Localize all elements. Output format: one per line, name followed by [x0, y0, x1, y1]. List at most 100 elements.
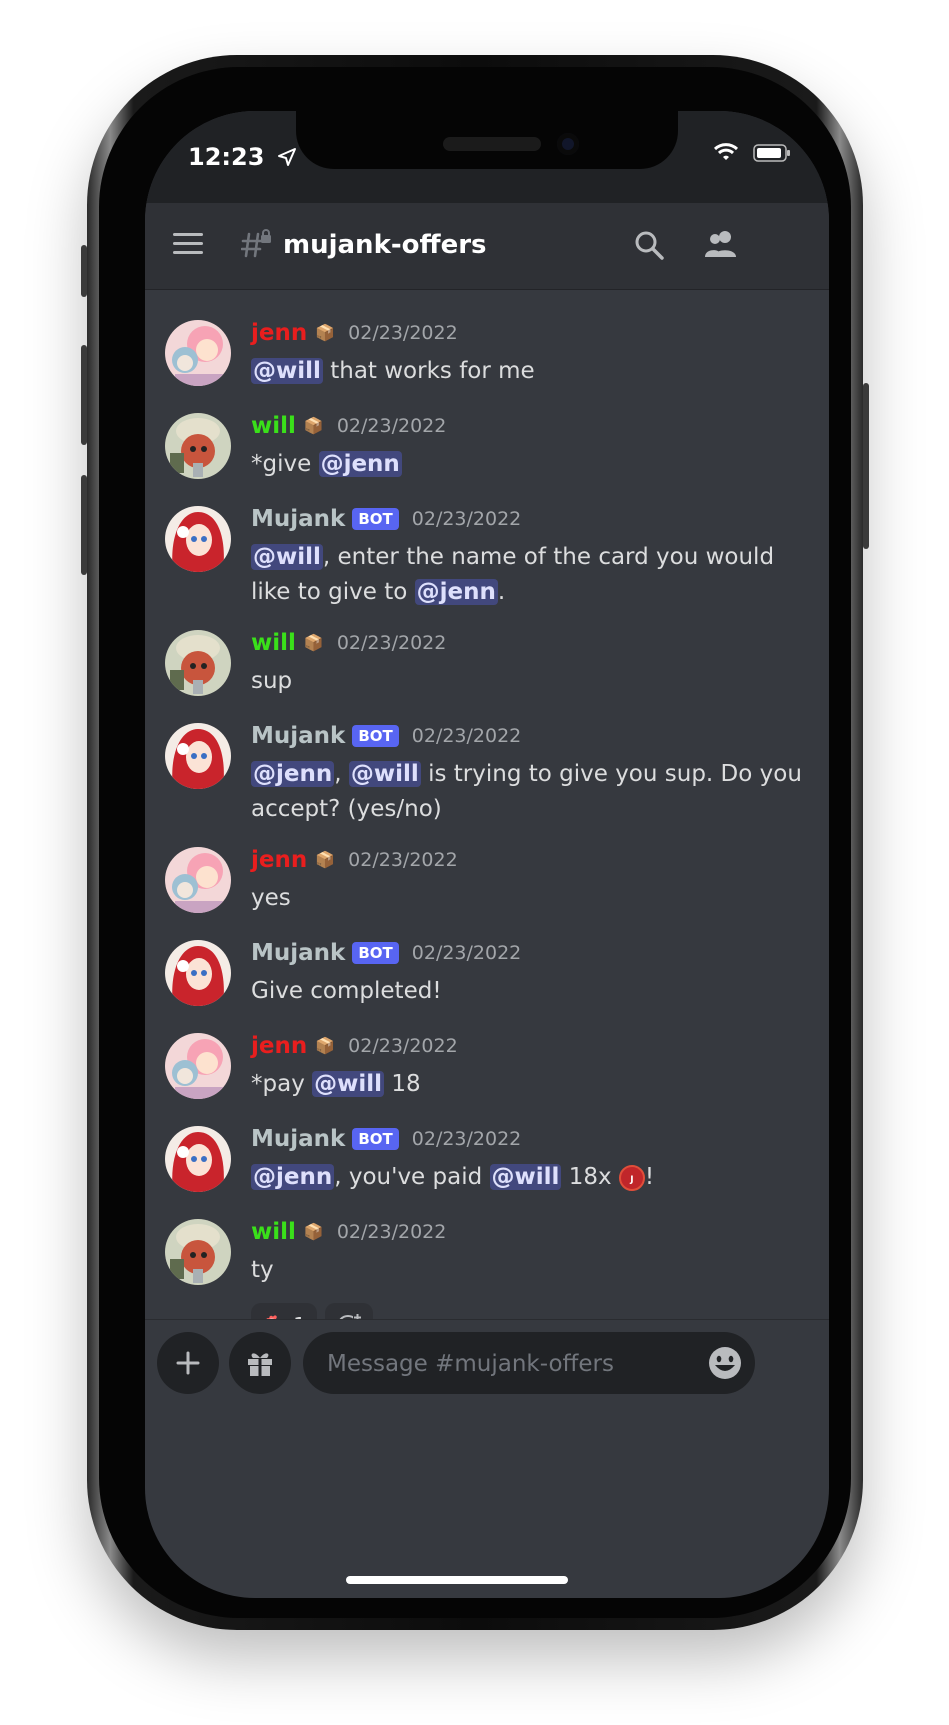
avatar-jenn[interactable]	[165, 320, 231, 386]
username[interactable]: will	[251, 1219, 296, 1245]
message-body: *pay @will 18	[251, 1067, 809, 1102]
timestamp: 02/23/2022	[411, 942, 522, 964]
avatar-mujank[interactable]	[165, 940, 231, 1006]
avatar-jenn[interactable]	[165, 1033, 231, 1099]
timestamp: 02/23/2022	[411, 508, 522, 530]
bot-badge: BOT	[352, 725, 399, 747]
power-button	[863, 383, 869, 549]
message-body: @will, enter the name of the card you wo…	[251, 540, 809, 610]
message-text: ,	[334, 761, 349, 787]
bot-badge: BOT	[352, 1128, 399, 1150]
plus-icon	[176, 1351, 200, 1375]
message-input[interactable]	[325, 1332, 689, 1396]
timestamp: 02/23/2022	[336, 1221, 447, 1243]
message-body: @jenn, @will is trying to give you sup. …	[251, 757, 809, 827]
timestamp: 02/23/2022	[336, 415, 447, 437]
locked-channel-icon	[241, 229, 271, 258]
message-text: .	[497, 579, 506, 605]
message-body: sup	[251, 664, 809, 699]
location-arrow-icon	[277, 148, 296, 166]
message-input-container	[303, 1332, 755, 1396]
timestamp: 02/23/2022	[348, 849, 458, 871]
add-attachment-button[interactable]	[157, 1332, 219, 1394]
notch	[296, 111, 678, 169]
message-body: @will that works for me	[251, 354, 809, 389]
mention[interactable]: @jenn	[251, 1164, 335, 1190]
volume-down-button	[81, 475, 87, 575]
message-text: *give	[251, 451, 319, 477]
username[interactable]: will	[251, 413, 296, 439]
username[interactable]: jenn	[251, 847, 307, 873]
message-text: , enter the name of the card you would l…	[251, 544, 775, 605]
flair-badge-icon: 📦	[315, 850, 336, 869]
mention[interactable]: @jenn	[414, 579, 498, 605]
message-text: !	[644, 1164, 655, 1190]
mute-switch	[81, 245, 87, 297]
username[interactable]: Mujank	[251, 506, 345, 532]
screen: 12:23 mujank-offers jenn 📦 02/23/2022 @w…	[145, 111, 829, 1598]
message-text: Give completed!	[251, 978, 442, 1004]
username[interactable]: Mujank	[251, 1126, 345, 1152]
timestamp: 02/23/2022	[348, 322, 458, 344]
coin-emoji-icon: J	[618, 1164, 645, 1191]
avatar-will[interactable]	[165, 630, 231, 696]
message-body: ty	[251, 1253, 809, 1288]
gift-icon	[248, 1353, 272, 1376]
message-body: Give completed!	[251, 974, 809, 1009]
avatar-mujank[interactable]	[165, 1126, 231, 1192]
avatar-will[interactable]	[165, 1219, 231, 1285]
front-camera	[557, 133, 579, 155]
wifi-icon	[713, 143, 739, 160]
message-body: yes	[251, 881, 809, 916]
mention[interactable]: @jenn	[251, 761, 335, 787]
mention[interactable]: @jenn	[318, 451, 402, 477]
flair-badge-icon: 📦	[315, 1036, 336, 1055]
avatar-mujank[interactable]	[165, 506, 231, 572]
message-text: yes	[251, 885, 291, 911]
username[interactable]: Mujank	[251, 940, 345, 966]
message-text: sup	[251, 668, 293, 694]
hamburger-menu-icon[interactable]	[173, 231, 203, 257]
message-text: , you've paid	[334, 1164, 490, 1190]
mention[interactable]: @will	[489, 1164, 562, 1190]
message-text: 18x	[561, 1164, 619, 1190]
username[interactable]: will	[251, 630, 296, 656]
flair-badge-icon: 📦	[303, 416, 324, 435]
timestamp: 02/23/2022	[348, 1035, 458, 1057]
status-time: 12:23	[188, 143, 297, 171]
channel-name[interactable]: mujank-offers	[283, 230, 487, 260]
username[interactable]: jenn	[251, 320, 307, 346]
message-text: that works for me	[322, 358, 535, 384]
message-text: 18	[384, 1071, 421, 1097]
battery-icon	[753, 144, 790, 162]
mention[interactable]: @will	[348, 761, 421, 787]
status-indicators	[713, 143, 791, 163]
bezel: 12:23 mujank-offers jenn 📦 02/23/2022 @w…	[99, 67, 851, 1618]
username[interactable]: jenn	[251, 1033, 307, 1059]
timestamp: 02/23/2022	[336, 632, 447, 654]
flair-badge-icon: 📦	[303, 633, 324, 652]
members-icon[interactable]	[703, 228, 739, 260]
home-indicator	[346, 1576, 568, 1584]
timestamp: 02/23/2022	[411, 1128, 522, 1150]
mention[interactable]: @will	[251, 544, 323, 570]
bot-badge: BOT	[352, 942, 399, 964]
mention[interactable]: @will	[251, 358, 323, 384]
message-body: @jenn, you've paid @will 18x J!	[251, 1160, 809, 1195]
clock: 12:23	[188, 143, 265, 171]
gift-nitro-button[interactable]	[229, 1332, 291, 1394]
volume-up-button	[81, 345, 87, 445]
mention[interactable]: @will	[312, 1071, 385, 1097]
message-text: *pay	[251, 1071, 313, 1097]
avatar-mujank[interactable]	[165, 723, 231, 789]
avatar-will[interactable]	[165, 413, 231, 479]
message-body: *give @jenn	[251, 447, 809, 482]
bot-badge: BOT	[352, 508, 399, 530]
earpiece-speaker	[443, 137, 541, 151]
search-icon[interactable]	[634, 230, 664, 260]
username[interactable]: Mujank	[251, 723, 345, 749]
phone-frame: 12:23 mujank-offers jenn 📦 02/23/2022 @w…	[81, 55, 869, 1630]
flair-badge-icon: 📦	[303, 1222, 324, 1241]
emoji-icon[interactable]	[707, 1345, 743, 1381]
avatar-jenn[interactable]	[165, 847, 231, 913]
